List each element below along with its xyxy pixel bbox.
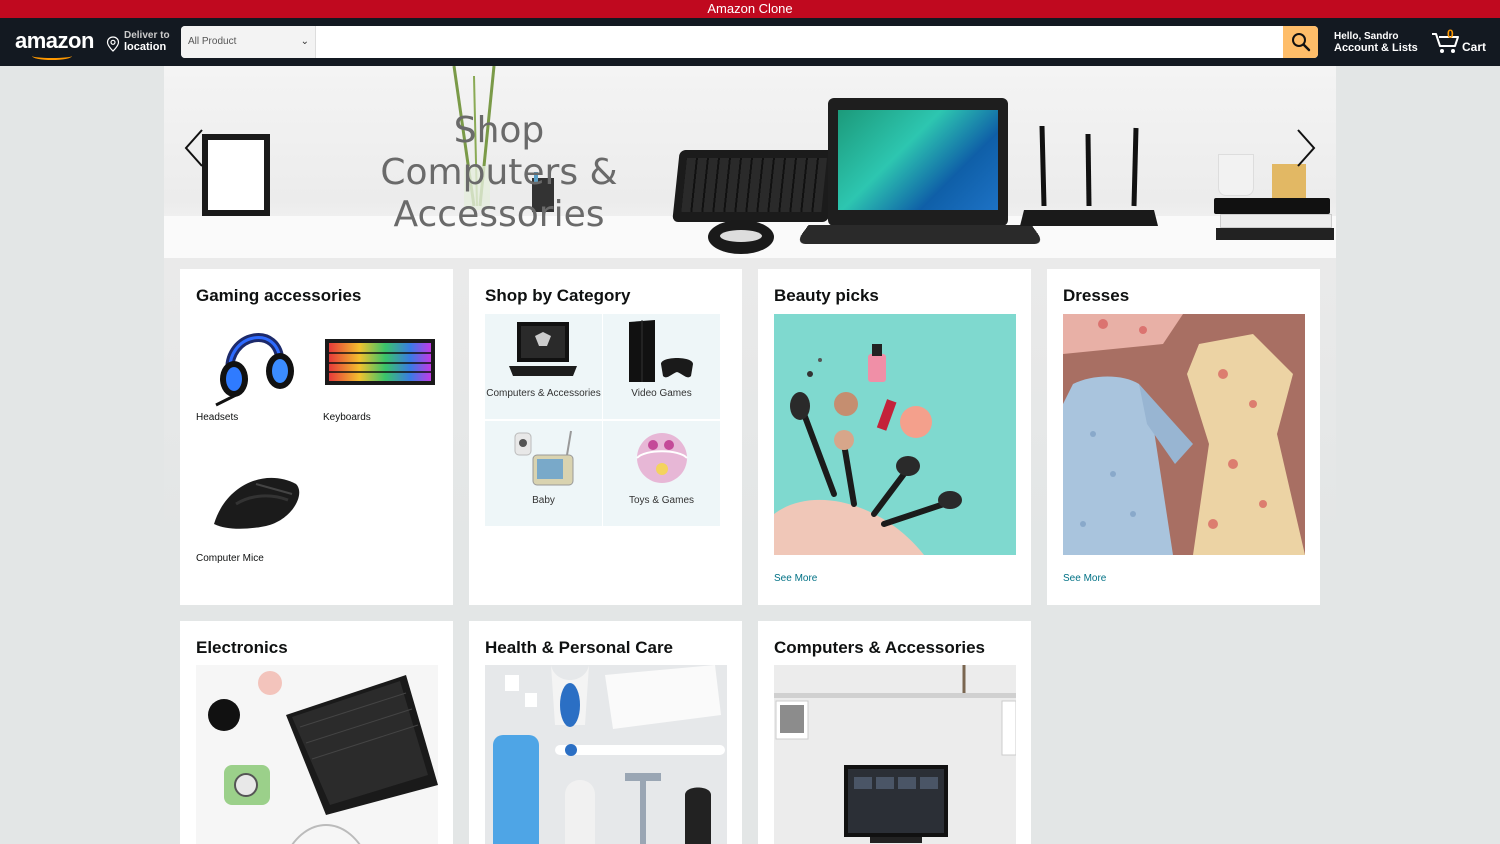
computer-mice-label[interactable]: Computer Mice xyxy=(196,553,264,564)
card-title: Beauty picks xyxy=(774,286,879,305)
laptop-icon xyxy=(509,322,577,376)
search-category-value: All Product xyxy=(188,36,237,47)
keyboard-image xyxy=(672,150,836,222)
makeup-illustration xyxy=(774,344,962,555)
headsets-thumbnail[interactable] xyxy=(196,313,310,407)
dresses-card: Dresses See More xyxy=(1047,269,1320,605)
toy-ball-icon xyxy=(636,433,688,483)
pen-holder-image xyxy=(1272,164,1306,198)
card-title: Health & Personal Care xyxy=(485,638,674,657)
card-title: Computers & Accessories xyxy=(774,638,986,657)
health-illustration xyxy=(493,665,725,844)
mouse-image xyxy=(708,220,774,254)
electronics-image[interactable] xyxy=(196,665,438,844)
category-label: Baby xyxy=(532,495,555,506)
category-video-games[interactable]: Video Games xyxy=(603,314,720,419)
electronics-illustration xyxy=(208,671,438,844)
account-greeting: Hello, Sandro xyxy=(1334,31,1399,42)
health-image[interactable] xyxy=(485,665,727,844)
search-input[interactable] xyxy=(317,26,1283,58)
search-category-select[interactable]: All Product ⌄ xyxy=(181,26,316,58)
category-computers-accessories[interactable]: Computers & Accessories xyxy=(485,314,602,419)
see-more-link[interactable]: See More xyxy=(774,573,817,584)
mouse-icon xyxy=(214,477,300,529)
search-button[interactable] xyxy=(1283,26,1318,58)
laptop-base xyxy=(794,225,1046,244)
beauty-image[interactable] xyxy=(774,314,1016,555)
deliver-location-value: location xyxy=(124,41,167,53)
search-bar: All Product ⌄ xyxy=(181,26,1318,58)
keyboard-icon xyxy=(325,339,435,385)
navbar: amazon Deliver to location All Product ⌄… xyxy=(0,18,1500,66)
location-pin-icon xyxy=(106,36,120,52)
deliver-label: Deliver to xyxy=(124,30,170,41)
cart-icon xyxy=(1432,33,1459,53)
shop-by-category-card: Shop by Category Computers & Accessories… xyxy=(469,269,742,605)
router-image xyxy=(1020,125,1158,226)
card-title: Gaming accessories xyxy=(196,286,362,305)
cart-button[interactable]: 0 Cart xyxy=(1431,27,1491,57)
category-baby[interactable]: Baby xyxy=(485,421,602,526)
carousel-prev-icon[interactable] xyxy=(182,128,206,168)
cart-label: Cart xyxy=(1462,40,1487,54)
book-1 xyxy=(1214,198,1330,214)
see-more-link[interactable]: See More xyxy=(1063,573,1106,584)
dresses-illustration xyxy=(1063,314,1305,555)
category-label: Toys & Games xyxy=(628,495,695,506)
picture-frame-image xyxy=(202,134,270,216)
account-lists-label: Account & Lists xyxy=(1334,42,1418,54)
logo-smile-icon xyxy=(32,52,72,60)
baby-monitor-icon xyxy=(514,430,574,486)
account-menu[interactable]: Hello, Sandro Account & Lists xyxy=(1334,31,1418,54)
hero-title: Shop Computers & Accessories xyxy=(380,110,618,235)
laptop-image xyxy=(828,98,1008,226)
category-label: Computers & Accessories xyxy=(486,388,601,399)
category-toys-games[interactable]: Toys & Games xyxy=(603,421,720,526)
electronics-card: Electronics xyxy=(180,621,453,844)
chevron-down-icon: ⌄ xyxy=(300,36,309,47)
category-label: Video Games xyxy=(631,388,692,399)
headset-icon xyxy=(215,333,294,407)
search-icon xyxy=(1292,33,1311,52)
carousel-next-icon[interactable] xyxy=(1294,128,1318,168)
computers-illustration xyxy=(774,665,1016,843)
headsets-label[interactable]: Headsets xyxy=(196,412,238,423)
computers-accessories-card: Computers & Accessories xyxy=(758,621,1031,844)
keyboards-thumbnail[interactable] xyxy=(323,313,437,407)
health-personal-care-card: Health & Personal Care xyxy=(469,621,742,844)
dresses-image[interactable] xyxy=(1063,314,1305,555)
gaming-accessories-card: Gaming accessories Headsets Keyboards Co… xyxy=(180,269,453,605)
amazon-logo[interactable]: amazon xyxy=(15,28,94,54)
hero-carousel: Shop Computers & Accessories xyxy=(164,66,1336,258)
keyboards-label[interactable]: Keyboards xyxy=(323,412,371,423)
mug-image xyxy=(1218,154,1254,196)
computers-image[interactable] xyxy=(774,665,1016,844)
cart-count: 0 xyxy=(1447,27,1454,41)
book-2 xyxy=(1220,214,1332,228)
card-title: Shop by Category xyxy=(485,286,631,305)
card-title: Dresses xyxy=(1063,286,1130,305)
computer-mice-thumbnail[interactable] xyxy=(196,454,310,548)
card-title: Electronics xyxy=(196,638,288,657)
book-3 xyxy=(1216,228,1334,240)
beauty-picks-card: Beauty picks See More xyxy=(758,269,1031,605)
site-banner: Amazon Clone xyxy=(0,0,1500,18)
console-icon xyxy=(629,320,693,382)
